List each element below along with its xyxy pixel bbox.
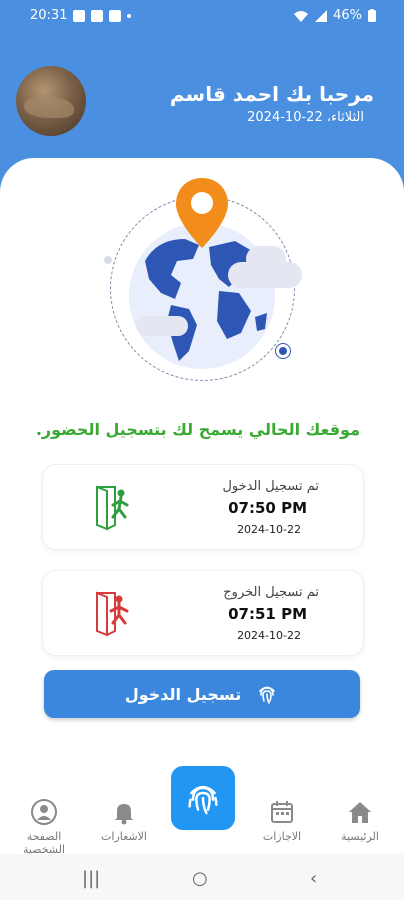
calendar-icon <box>271 801 293 823</box>
nav-label-home: الرئيسية <box>341 830 379 843</box>
message-notification-icon <box>109 9 122 22</box>
status-right: 46% <box>293 8 376 23</box>
bottom-nav: الرئيسية الاجازات الاشعارات الصفحة الشخص… <box>0 766 404 856</box>
gmail-notification-icon <box>91 9 104 22</box>
location-status-text: موقعك الحالي يسمح لك بتسجيل الحضور. <box>35 420 360 439</box>
nav-label-leaves: الاجازات <box>262 830 302 843</box>
nav-item-leaves[interactable]: الاجازات <box>242 798 322 843</box>
home-button-icon[interactable]: ○ <box>192 868 208 889</box>
status-bar: 20:31 46% <box>0 0 404 32</box>
home-icon <box>349 802 371 823</box>
check-in-date: 2024-10-22 <box>237 523 301 536</box>
nav-label-notifications: الاشعارات <box>101 830 147 843</box>
check-out-title: تم تسجيل الخروج <box>223 585 319 600</box>
check-out-date: 2024-10-22 <box>237 629 301 642</box>
location-illustration <box>100 176 310 386</box>
fingerprint-icon <box>259 686 276 704</box>
back-icon[interactable]: ‹ <box>310 868 317 889</box>
system-nav-bar: ||| ○ ‹ <box>0 854 404 900</box>
main-card: موقعك الحالي يسمح لك بتسجيل الحضور. تم ت… <box>0 158 404 788</box>
orbit-dot <box>276 344 290 358</box>
signal-icon <box>315 9 328 22</box>
nav-item-profile[interactable]: الصفحة الشخصية <box>4 798 84 856</box>
check-in-time: 07:50 PM <box>228 499 307 517</box>
status-left: 20:31 <box>30 8 132 23</box>
check-in-button-label: تسجيل الدخول <box>124 684 242 704</box>
check-in-button[interactable]: تسجيل الدخول <box>44 670 360 718</box>
wifi-icon <box>294 10 309 22</box>
door-exit-icon <box>96 591 129 637</box>
date-text: الثلاثاء، 22-10-2024 <box>247 110 364 125</box>
location-pin-icon <box>176 178 228 248</box>
door-enter-icon <box>96 485 129 531</box>
greeting-text: مرحبا بك احمد قاسم <box>169 82 374 106</box>
cloud-right-top <box>246 246 286 272</box>
more-notifications-icon <box>127 13 132 18</box>
cloud-left <box>136 316 188 336</box>
battery-icon <box>368 9 376 22</box>
image-notification-icon <box>73 9 86 22</box>
fingerprint-icon <box>188 785 218 815</box>
status-time: 20:31 <box>30 8 68 23</box>
avatar[interactable] <box>16 66 86 136</box>
nav-item-notifications[interactable]: الاشعارات <box>84 798 164 843</box>
check-out-card: تم تسجيل الخروج 07:51 PM 2024-10-22 <box>42 570 364 656</box>
check-in-card: تم تسجيل الدخول 07:50 PM 2024-10-22 <box>42 464 364 550</box>
check-in-title: تم تسجيل الدخول <box>222 479 319 494</box>
nav-label-profile: الصفحة الشخصية <box>22 830 66 856</box>
check-out-time: 07:51 PM <box>228 605 307 623</box>
fingerprint-fab-button[interactable] <box>171 766 235 830</box>
orbit-small-dot <box>104 256 112 264</box>
nav-item-home[interactable]: الرئيسية <box>320 798 400 843</box>
battery-percent: 46% <box>333 8 362 23</box>
profile-icon <box>31 799 57 825</box>
bell-icon <box>115 804 133 825</box>
recent-apps-icon[interactable]: ||| <box>82 868 100 889</box>
